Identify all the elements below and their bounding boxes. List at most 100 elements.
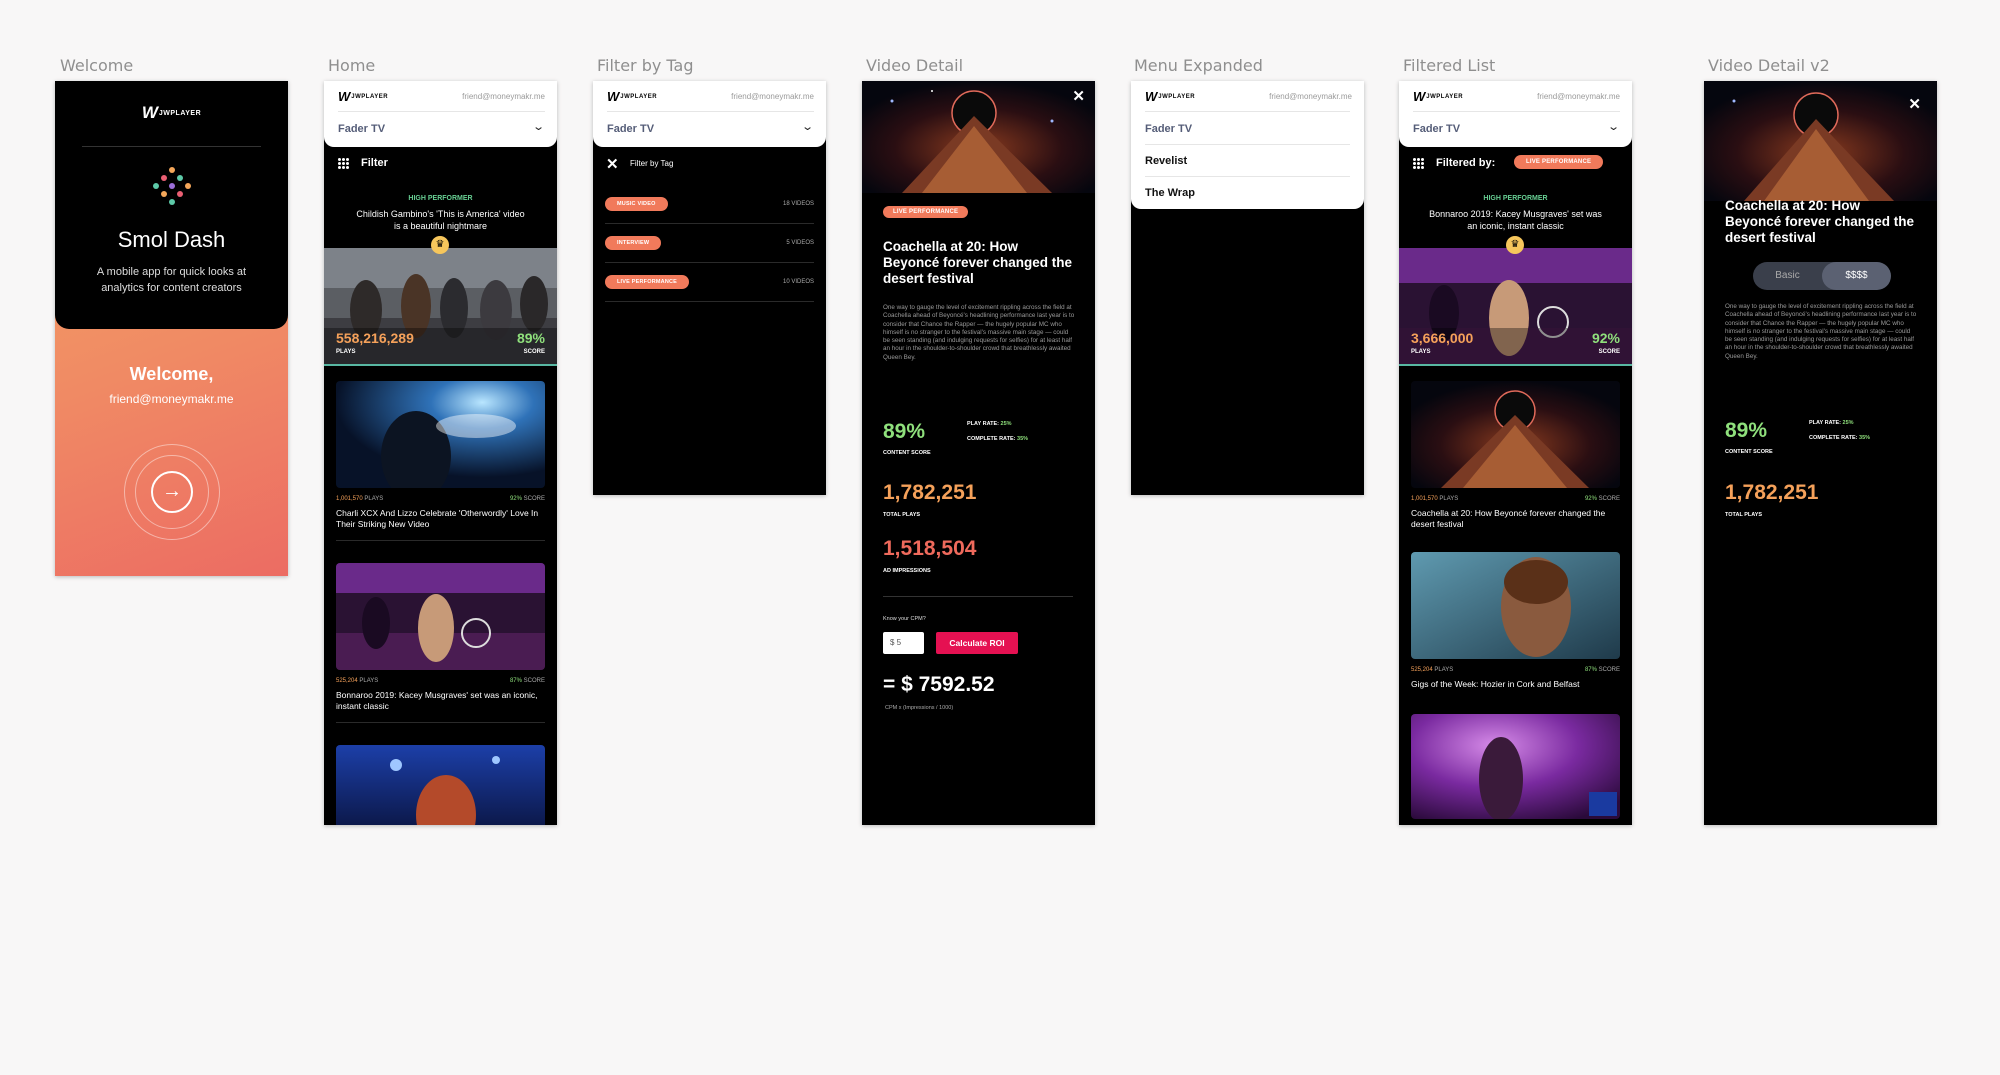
list-item[interactable]: 525,204 PLAYS 87% SCORE Bonnaroo 2019: Ka… <box>336 563 545 723</box>
app-header: W JWPLAYER friend@moneymakr.me Fader TV ⌄ <box>324 81 557 147</box>
filter-by-tag-title: Filter by Tag <box>630 159 674 168</box>
video-thumbnail <box>1411 381 1620 488</box>
featured-score: 92% <box>1591 330 1620 346</box>
divider <box>883 596 1073 597</box>
jwplayer-logo: W JWPLAYER <box>607 89 657 104</box>
view-mode-toggle[interactable]: Basic $$$$ <box>1753 262 1891 290</box>
welcome-screen: W JWPLAYER Smol Dash A mobile app for qu… <box>55 81 288 576</box>
high-performer-eyebrow: HIGH PERFORMER <box>408 195 473 202</box>
content-score-label: CONTENT SCORE <box>1725 449 1773 455</box>
featured-video-card[interactable]: 558,216,289 PLAYS 89% SCORE <box>324 248 557 366</box>
menu-item-fader-tv[interactable]: Fader TV <box>1145 112 1350 145</box>
video-thumbnail <box>336 381 545 488</box>
video-thumbnail <box>1411 552 1620 659</box>
menu-item-the-wrap[interactable]: The Wrap <box>1145 176 1350 209</box>
divider <box>607 111 814 112</box>
play-rate: PLAY RATE: 25% <box>967 421 1012 427</box>
item-score: 92% SCORE <box>509 496 545 502</box>
content-score: 89% <box>1725 419 1768 442</box>
filter-bar[interactable]: Filtered by: LIVE PERFORMANCE <box>1399 155 1632 175</box>
tag-count: 10 VIDEOS <box>782 279 814 285</box>
tag-row-interview[interactable]: INTERVIEW 5 VIDEOS <box>605 225 814 263</box>
calculate-roi-button[interactable]: Calculate ROI <box>936 632 1018 654</box>
high-performer-eyebrow: HIGH PERFORMER <box>1483 195 1548 202</box>
featured-score-label: SCORE <box>1598 349 1620 355</box>
video-thumbnail <box>336 563 545 670</box>
welcome-greeting: Welcome, <box>129 364 214 384</box>
tag-pill: LIVE PERFORMANCE <box>605 275 690 289</box>
item-plays: 525,204 PLAYS <box>1411 667 1454 673</box>
active-tag-pill[interactable]: LIVE PERFORMANCE <box>1514 155 1604 169</box>
list-item[interactable]: 525,204 PLAYS 87% SCORE Gigs of the Week:… <box>1411 552 1620 690</box>
jwplayer-logo-mark: W <box>338 89 350 104</box>
divider <box>338 111 545 112</box>
close-icon[interactable]: ✕ <box>1908 95 1921 113</box>
jwplayer-logo-word: JWPLAYER <box>158 109 202 117</box>
list-item[interactable] <box>336 745 545 825</box>
featured-thumbnail <box>1399 248 1632 364</box>
featured-title: Bonnaroo 2019: Kacey Musgraves' set was … <box>1429 209 1602 231</box>
item-score: 87% SCORE <box>509 678 545 684</box>
tab-premium[interactable]: $$$$ <box>1822 262 1891 290</box>
featured-score-label: SCORE <box>523 349 545 355</box>
chevron-down-icon[interactable]: ⌄ <box>532 120 545 133</box>
featured-video-card[interactable]: 3,666,000 PLAYS 92% SCORE <box>1399 248 1632 366</box>
featured-plays-label: PLAYS <box>1411 349 1431 355</box>
chevron-down-icon[interactable]: ⌄ <box>801 120 814 133</box>
total-plays: 1,782,251 <box>1725 481 1819 504</box>
tag-count: 5 VIDEOS <box>786 240 814 246</box>
property-selector[interactable]: Fader TV <box>1413 123 1460 135</box>
jwplayer-logo: W JWPLAYER <box>55 103 288 123</box>
frame-label-video-detail: Video Detail <box>866 56 964 75</box>
user-email: friend@moneymakr.me <box>1269 92 1352 101</box>
jwplayer-logo-mark: W <box>1413 89 1425 104</box>
item-plays: 1,001,570 PLAYS <box>1411 496 1459 502</box>
ad-impressions-label: AD IMPRESSIONS <box>883 568 931 574</box>
divider <box>1413 111 1620 112</box>
chevron-down-icon[interactable]: ⌄ <box>1607 120 1620 133</box>
video-description: One way to gauge the level of excitement… <box>1725 303 1917 360</box>
item-score: 87% SCORE <box>1584 667 1620 673</box>
video-title: Coachella at 20: How Beyoncé forever cha… <box>883 239 1073 286</box>
content-score-label: CONTENT SCORE <box>883 450 931 456</box>
close-icon[interactable]: ✕ <box>1072 87 1085 105</box>
video-thumbnail <box>336 745 545 825</box>
menu-item-revelist[interactable]: Revelist <box>1145 144 1350 177</box>
property-selector[interactable]: Fader TV <box>338 123 385 135</box>
roi-result: = $ 7592.52 <box>883 673 995 696</box>
video-hero-image <box>862 81 1095 193</box>
property-selector[interactable]: Fader TV <box>607 123 654 135</box>
play-rate: PLAY RATE: 25% <box>1809 420 1854 426</box>
app-header: W JWPLAYER friend@moneymakr.me Fader TV ⌄ <box>593 81 826 147</box>
continue-button[interactable]: → <box>151 471 193 513</box>
item-title: Gigs of the Week: Hozier in Cork and Bel… <box>1411 679 1580 689</box>
jwplayer-logo-word: JWPLAYER <box>351 93 389 100</box>
list-item[interactable] <box>1411 714 1620 819</box>
jwplayer-logo-mark: W <box>1145 89 1157 104</box>
list-item[interactable]: 1,001,570 PLAYS 92% SCORE Coachella at 20… <box>1411 381 1620 530</box>
cpm-input[interactable]: $ 5 <box>883 632 924 654</box>
jwplayer-logo: W JWPLAYER <box>1413 89 1463 104</box>
tag-count: 18 VIDEOS <box>782 201 814 207</box>
list-item[interactable]: 1,001,570 PLAYS 92% SCORE Charli XCX And … <box>336 381 545 541</box>
item-title: Bonnaroo 2019: Kacey Musgraves' set was … <box>336 690 538 711</box>
ad-impressions: 1,518,504 <box>883 537 977 560</box>
filtered-list-screen: W JWPLAYER friend@moneymakr.me Fader TV ⌄… <box>1399 81 1632 825</box>
divider <box>82 146 261 147</box>
tag-pill: MUSIC VIDEO <box>605 197 668 211</box>
user-email: friend@moneymakr.me <box>1537 92 1620 101</box>
close-icon[interactable]: ✕ <box>606 155 619 173</box>
tag-row-music-video[interactable]: MUSIC VIDEO 18 VIDEOS <box>605 186 814 224</box>
item-plays: 1,001,570 PLAYS <box>336 496 384 502</box>
tab-basic[interactable]: Basic <box>1753 262 1822 290</box>
total-plays: 1,782,251 <box>883 481 977 504</box>
frame-label-filtered-list: Filtered List <box>1403 56 1496 75</box>
tag-row-live-performance[interactable]: LIVE PERFORMANCE 10 VIDEOS <box>605 264 814 302</box>
item-score: 92% SCORE <box>1584 496 1620 502</box>
featured-plays: 3,666,000 <box>1411 330 1474 346</box>
trophy-icon: ♛ <box>1506 236 1524 254</box>
complete-rate: COMPLETE RATE: 35% <box>967 436 1029 442</box>
total-plays-label: TOTAL PLAYS <box>1725 512 1763 518</box>
filter-bar[interactable]: Filter <box>324 155 557 175</box>
app-header: W JWPLAYER friend@moneymakr.me Fader TV ⌄ <box>1399 81 1632 147</box>
